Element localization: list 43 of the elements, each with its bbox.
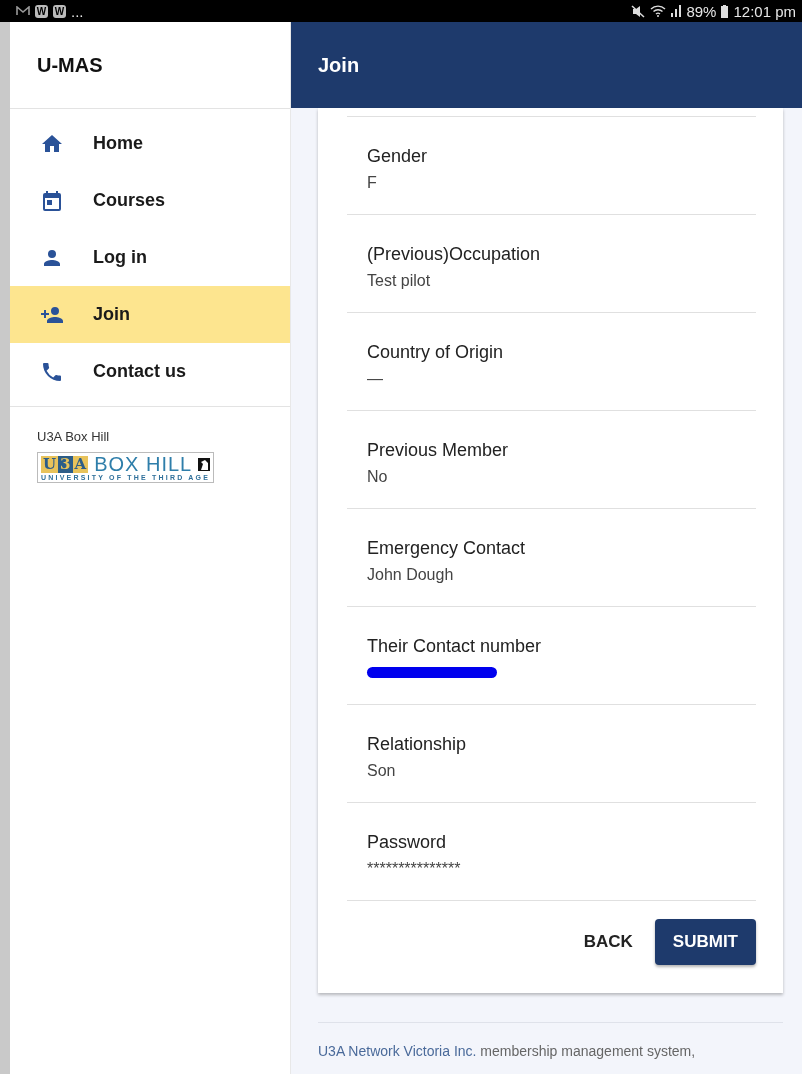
nav-item[interactable]: Courses	[10, 172, 290, 229]
footer-link[interactable]: U3A Network Victoria Inc.	[318, 1043, 477, 1059]
app-title: U-MAS	[37, 53, 103, 77]
field-label: Their Contact number	[367, 636, 542, 657]
logo-letter: U	[42, 455, 58, 473]
field-value: Test pilot	[367, 272, 431, 290]
field-value: No	[367, 468, 388, 486]
field-label: Emergency Contact	[367, 538, 526, 559]
nav-item[interactable]: Join	[10, 286, 290, 343]
logo-name: BOX HILL	[94, 455, 193, 473]
field-label: Country of Origin	[367, 342, 504, 363]
signal-icon	[671, 5, 682, 17]
nav-item[interactable]: Contact us	[10, 343, 290, 400]
logo-letter: A	[73, 455, 88, 473]
field-value: John Dough	[367, 566, 454, 584]
field-value: —	[367, 370, 383, 388]
field-label: Password	[367, 832, 447, 853]
nav-item[interactable]: Home	[10, 115, 290, 172]
field-label: (Previous)Occupation	[367, 244, 541, 265]
field-label: Gender	[367, 146, 428, 167]
nav-item[interactable]: Log in	[10, 229, 290, 286]
wifi-icon	[650, 5, 667, 17]
app-notification-icon: W	[53, 4, 66, 18]
calendar-icon	[40, 188, 64, 213]
submit-button[interactable]: SUBMIT	[654, 919, 756, 965]
field-value: F	[367, 174, 377, 192]
app-notification-icon: W	[35, 4, 48, 18]
back-button[interactable]: BACK	[583, 922, 633, 962]
mail-icon	[16, 6, 30, 16]
mute-icon	[631, 4, 646, 18]
footer-text: U3A Network Victoria Inc. membership management system,	[318, 1042, 697, 1061]
logo-letter: 3	[58, 455, 73, 473]
horse-head-icon	[198, 457, 211, 471]
field-label: Previous Member	[367, 440, 509, 461]
clock: 12:01 pm	[733, 2, 796, 20]
field-value: Son	[367, 762, 396, 780]
more-notifications: ...	[71, 2, 84, 20]
page-title: Join	[318, 53, 360, 77]
organisation-name: U3A Box Hill	[37, 429, 110, 444]
field-label: Relationship	[367, 734, 467, 755]
field-value: ***************	[367, 860, 461, 878]
battery-percent: 89%	[686, 2, 717, 20]
battery-icon	[721, 4, 729, 18]
